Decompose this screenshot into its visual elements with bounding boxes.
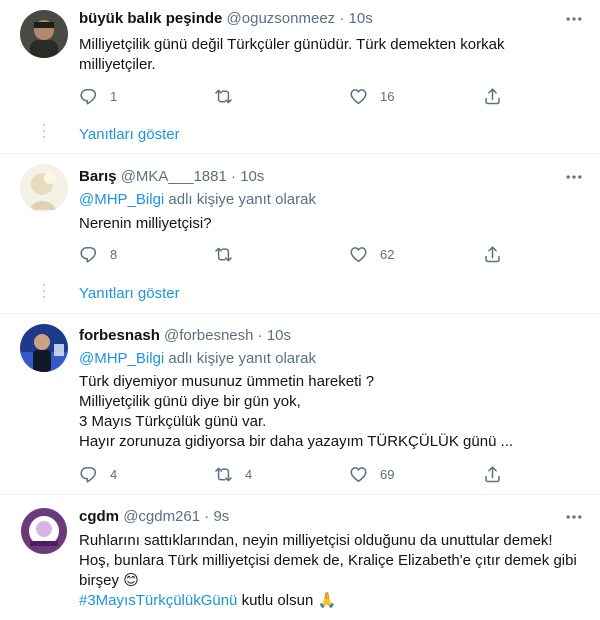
tweet-header: Barış @MKA___1881 · 10s (79, 167, 264, 187)
reply-button[interactable]: 1 (79, 86, 117, 106)
tweet-1[interactable]: büyük balık peşinde @oguzsonmeez · 10s M… (0, 0, 600, 120)
tweet-text-line: #3MayısTürkçülükGünü kutlu olsun 🙏 (79, 591, 584, 611)
thread-connector (43, 284, 45, 302)
meta-separator: · (335, 10, 349, 27)
share-button[interactable] (483, 86, 502, 106)
display-name[interactable]: cgdm (79, 508, 119, 525)
heart-icon (349, 87, 368, 106)
share-icon (483, 465, 502, 484)
retweet-icon (214, 87, 233, 106)
retweet-button[interactable] (214, 86, 233, 106)
retweet-icon (214, 465, 233, 484)
tweet-text: Nerenin milliyetçisi? (79, 214, 584, 234)
retweet-icon (214, 245, 233, 264)
username[interactable]: @cgdm261 (123, 508, 200, 525)
replying-to: @MHP_Bilgi adlı kişiye yanıt olarak (79, 190, 316, 210)
heart-icon (349, 245, 368, 264)
retweet-button[interactable] (214, 244, 233, 264)
tweet-text: Türk diyemiyor musunuz ümmetin hareketi … (79, 372, 584, 452)
share-button[interactable] (483, 244, 502, 264)
timestamp[interactable]: 10s (267, 327, 291, 344)
timestamp[interactable]: 10s (349, 10, 373, 27)
timestamp[interactable]: 9s (213, 508, 229, 525)
meta-separator: · (226, 168, 241, 185)
replying-to: @MHP_Bilgi adlı kişiye yanıt olarak (79, 349, 316, 369)
meta-separator: · (200, 508, 214, 525)
tweet-text-fragment: birşey (79, 572, 120, 589)
tweet-text-line: Hayır zorunuza gidiyorsa bir daha yazayı… (79, 433, 514, 450)
share-icon (483, 87, 502, 106)
avatar[interactable] (20, 164, 68, 212)
reply-mention-link[interactable]: @MHP_Bilgi (79, 350, 164, 367)
meta-separator: · (253, 327, 267, 344)
reply-count: 8 (110, 246, 118, 262)
more-options-icon[interactable] (564, 9, 584, 29)
like-button[interactable]: 69 (349, 464, 394, 484)
reply-button[interactable]: 8 (79, 244, 117, 264)
tweet-text-fragment: kutlu olsun (237, 592, 314, 609)
tweet-text-line: Milliyetçilik günü diye bir gün yok, (79, 393, 301, 410)
share-icon (483, 245, 502, 264)
show-replies-link[interactable]: Yanıtları göster (79, 125, 180, 145)
like-button[interactable]: 62 (349, 244, 394, 264)
tweet-text-line: birşey 😊 (79, 571, 584, 591)
smiling-face-emoji: 😊 (123, 572, 139, 589)
heart-icon (349, 465, 368, 484)
hashtag-link[interactable]: #3MayısTürkçülükGünü (79, 592, 237, 609)
share-button[interactable] (483, 464, 502, 484)
reply-icon (79, 245, 98, 264)
avatar[interactable] (20, 324, 68, 372)
like-button[interactable]: 16 (349, 86, 394, 106)
avatar[interactable] (20, 507, 68, 555)
display-name[interactable]: büyük balık peşinde (79, 10, 222, 27)
tweet-text: Milliyetçilik günü değil Türkçüler günüd… (79, 35, 584, 75)
reply-mention-link[interactable]: @MHP_Bilgi (79, 191, 164, 208)
replying-to-label: adlı kişiye yanıt olarak (164, 191, 316, 208)
username[interactable]: @forbesnesh (164, 327, 253, 344)
tweet-text-line: Türk diyemiyor musunuz ümmetin hareketi … (79, 373, 375, 390)
reply-icon (79, 87, 98, 106)
tweet-text-line: Ruhlarını sattıklarından, neyin milliyet… (79, 532, 553, 549)
username[interactable]: @oguzsonmeez (227, 10, 336, 27)
like-count: 62 (380, 246, 395, 262)
tweet-4[interactable]: cgdm @cgdm261 · 9s Ruhlarını sattıkların… (0, 495, 600, 620)
tweet-text-line: Hoş, bunlara Türk milliyetçisi demek de,… (79, 552, 577, 569)
thread-connector (43, 124, 45, 142)
tweet-text-line: 3 Mayıs Türkçülük günü var. (79, 413, 267, 430)
tweet-2[interactable]: Barış @MKA___1881 · 10s @MHP_Bilgi adlı … (0, 154, 600, 274)
display-name[interactable]: forbesnash (79, 327, 160, 344)
retweet-button[interactable]: 4 (214, 464, 252, 484)
tweet-header: forbesnash @forbesnesh · 10s (79, 326, 291, 346)
tweet-text-line: Nerenin milliyetçisi? (79, 215, 212, 232)
tweet-text-line: Milliyetçilik günü değil Türkçüler günüd… (79, 36, 505, 53)
tweet-text: Ruhlarını sattıklarından, neyin milliyet… (79, 531, 584, 611)
username[interactable]: @MKA___1881 (121, 168, 227, 185)
like-count: 16 (380, 88, 395, 104)
display-name[interactable]: Barış (79, 168, 117, 185)
tweet-header: büyük balık peşinde @oguzsonmeez · 10s (79, 9, 373, 29)
reply-count: 1 (110, 88, 118, 104)
show-replies-link[interactable]: Yanıtları göster (79, 284, 180, 304)
replying-to-label: adlı kişiye yanıt olarak (164, 350, 316, 367)
folded-hands-emoji: 🙏 (317, 592, 337, 609)
more-options-icon[interactable] (564, 167, 584, 187)
reply-count: 4 (110, 466, 118, 482)
tweet-text-line: milliyetçiler. (79, 56, 156, 73)
more-options-icon[interactable] (564, 507, 584, 527)
reply-icon (79, 465, 98, 484)
tweet-3[interactable]: forbesnash @forbesnesh · 10s @MHP_Bilgi … (0, 314, 600, 484)
avatar[interactable] (20, 10, 68, 58)
tweet-header: cgdm @cgdm261 · 9s (79, 507, 229, 527)
like-count: 69 (380, 466, 395, 482)
timestamp[interactable]: 10s (240, 168, 264, 185)
retweet-count: 4 (245, 466, 253, 482)
reply-button[interactable]: 4 (79, 464, 117, 484)
